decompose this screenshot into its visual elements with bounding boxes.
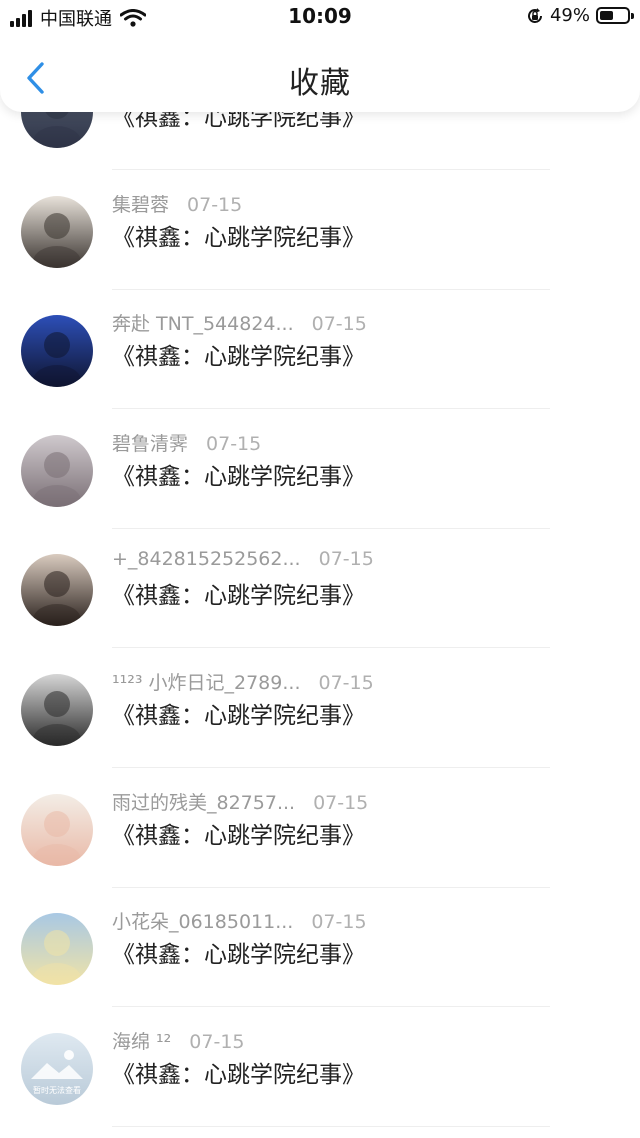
status-bar: 中国联通 10:09 49%	[0, 0, 640, 34]
item-date: 07-15	[311, 911, 367, 934]
item-date: 07-15	[187, 193, 243, 216]
user-name[interactable]: 碧鲁清霁	[112, 433, 188, 455]
item-date: 07-15	[313, 791, 369, 814]
list-item[interactable]: 碧鲁清霁 07-15 《祺鑫：心跳学院纪事》	[0, 409, 640, 529]
item-date: 07-15	[311, 313, 367, 336]
item-date: 07-15	[206, 432, 262, 455]
item-message: 《祺鑫：心跳学院纪事》	[112, 344, 365, 371]
list-item[interactable]: 集碧蓉 07-15 《祺鑫：心跳学院纪事》	[0, 170, 640, 290]
avatar[interactable]	[21, 674, 93, 746]
list-item[interactable]: +_842815252562... 07-15 《祺鑫：心跳学院纪事》	[0, 528, 640, 649]
user-name[interactable]: 集碧蓉	[112, 194, 169, 216]
user-name[interactable]: 奔赴 TNT_544824...	[112, 313, 294, 335]
divider	[112, 1125, 550, 1127]
list-item[interactable]: ¹¹²³ 小炸日记_2789... 07-15 《祺鑫：心跳学院纪事》	[0, 648, 640, 768]
page-title: 收藏	[289, 66, 351, 101]
avatar[interactable]	[21, 793, 93, 866]
item-message: 《祺鑫：心跳学院纪事》	[112, 583, 365, 610]
battery-icon	[596, 7, 634, 24]
item-message: 《祺鑫：心跳学院纪事》	[112, 703, 365, 729]
item-meta: ¹¹²³ 小炸日记_2789... 07-15	[112, 668, 374, 695]
avatar[interactable]	[21, 434, 93, 507]
item-message: 《祺鑫：心跳学院纪事》	[112, 822, 365, 849]
avatar[interactable]	[21, 195, 93, 268]
user-name[interactable]: 小花朵_06185011...	[112, 911, 293, 933]
user-name[interactable]: +_842815252562...	[112, 548, 301, 570]
item-meta: 集碧蓉 07-15	[112, 190, 242, 217]
avatar[interactable]: 暂时无法查看	[21, 1032, 93, 1105]
avatar[interactable]	[21, 913, 93, 986]
list-item[interactable]: 暂时无法查看 海绵 ¹² 07-15 《祺鑫：心跳学院纪事》	[0, 1007, 640, 1127]
item-date: 07-15	[318, 548, 374, 571]
item-meta: 奔赴 TNT_544824... 07-15	[112, 309, 367, 336]
item-message: 《祺鑫：心跳学院纪事》	[112, 1061, 365, 1088]
user-name[interactable]: 海绵 ¹²	[112, 1031, 171, 1053]
item-meta: 小花朵_06185011... 07-15	[112, 907, 367, 934]
item-message: 《祺鑫：心跳学院纪事》	[112, 463, 365, 490]
battery-percent: 49%	[549, 5, 590, 26]
item-meta: +_842815252562... 07-15	[112, 548, 374, 570]
item-date: 07-15	[189, 1030, 245, 1053]
item-date: 07-15	[318, 672, 374, 694]
status-right: 49%	[526, 5, 634, 26]
top-bar: 中国联通 10:09 49% 收藏	[0, 0, 640, 112]
item-meta: 雨过的残美_82757... 07-15	[112, 788, 368, 815]
list-item[interactable]: 奔赴 TNT_544824... 07-15 《祺鑫：心跳学院纪事》	[0, 289, 640, 410]
avatar-caption: 暂时无法查看	[33, 1085, 81, 1095]
orientation-lock-icon	[528, 7, 542, 23]
item-message: 《祺鑫：心跳学院纪事》	[112, 224, 365, 251]
avatar[interactable]	[21, 554, 93, 627]
user-name[interactable]: ¹¹²³ 小炸日记_2789...	[112, 672, 300, 694]
avatar[interactable]	[21, 315, 93, 388]
list-item[interactable]: 雨过的残美_82757... 07-15 《祺鑫：心跳学院纪事》	[0, 768, 640, 888]
user-name[interactable]: 雨过的残美_82757...	[112, 792, 295, 814]
item-meta: 海绵 ¹² 07-15	[112, 1027, 245, 1054]
list-item[interactable]: 小花朵_06185011... 07-15 《祺鑫：心跳学院纪事》	[0, 887, 640, 1008]
item-message: 《祺鑫：心跳学院纪事》	[112, 942, 365, 969]
item-meta: 碧鲁清霁 07-15	[112, 429, 261, 456]
